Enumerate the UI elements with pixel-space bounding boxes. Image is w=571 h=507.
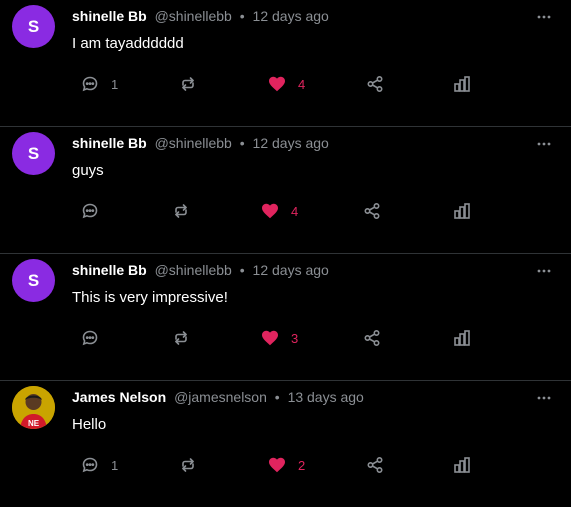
like-button[interactable]: 3 <box>261 325 298 351</box>
action-bar: 3 <box>0 325 571 351</box>
repost-button[interactable] <box>172 325 202 351</box>
bar-chart-icon <box>454 203 470 219</box>
stats-button[interactable] <box>453 198 471 224</box>
reply-count: 1 <box>111 76 119 92</box>
separator-dot: • <box>274 389 280 405</box>
more-horizontal-icon <box>537 142 551 146</box>
action-bar: 1 2 <box>0 452 571 478</box>
heart-icon <box>269 76 285 92</box>
avatar-letter: S <box>27 270 40 290</box>
post-card[interactable]: S shinelle Bb @shinellebb • 12 days ago … <box>0 127 571 254</box>
share-button[interactable] <box>366 71 384 97</box>
share-button[interactable] <box>363 198 381 224</box>
chat-bubble-icon <box>82 76 98 92</box>
separator-dot: • <box>239 8 245 24</box>
post-feed: S shinelle Bb @shinellebb • 12 days ago … <box>0 0 571 507</box>
like-count: 2 <box>298 457 306 473</box>
like-button[interactable]: 4 <box>261 198 298 224</box>
reply-button[interactable] <box>81 325 111 351</box>
post-header: shinelle Bb @shinellebb • 12 days ago <box>72 262 329 278</box>
repost-button[interactable] <box>172 198 202 224</box>
avatar[interactable]: S <box>12 259 55 302</box>
reply-count: 1 <box>111 457 119 473</box>
reply-button[interactable]: 1 <box>81 452 118 478</box>
author-name[interactable]: James Nelson <box>72 389 166 405</box>
post-text: Hello <box>72 416 107 433</box>
repost-arrows-icon <box>175 204 187 218</box>
bar-chart-icon <box>454 457 470 473</box>
author-name[interactable]: shinelle Bb <box>72 135 147 151</box>
separator-dot: • <box>239 262 245 278</box>
post-timestamp[interactable]: 12 days ago <box>253 135 329 151</box>
repost-button[interactable] <box>179 452 209 478</box>
chat-bubble-icon <box>82 330 98 346</box>
heart-icon <box>269 457 285 473</box>
post-timestamp[interactable]: 12 days ago <box>253 262 329 278</box>
stats-button[interactable] <box>453 71 471 97</box>
more-horizontal-icon <box>537 269 551 273</box>
avatar[interactable]: NE <box>12 386 55 429</box>
post-card[interactable]: S shinelle Bb @shinellebb • 12 days ago … <box>0 254 571 381</box>
user-photo-icon: NE <box>12 386 55 429</box>
post-text: guys <box>72 162 104 179</box>
action-bar: 4 <box>0 198 571 224</box>
heart-icon <box>262 203 278 219</box>
share-icon <box>364 202 380 220</box>
avatar[interactable]: S <box>12 132 55 175</box>
post-timestamp[interactable]: 13 days ago <box>288 389 364 405</box>
more-horizontal-icon <box>537 15 551 19</box>
author-name[interactable]: shinelle Bb <box>72 8 147 24</box>
like-count: 4 <box>291 203 299 219</box>
author-handle[interactable]: @jamesnelson <box>174 389 267 405</box>
share-icon <box>364 329 380 347</box>
repost-arrows-icon <box>182 458 194 472</box>
more-button[interactable] <box>535 135 553 153</box>
author-handle[interactable]: @shinellebb <box>155 262 232 278</box>
chat-bubble-icon <box>82 457 98 473</box>
author-handle[interactable]: @shinellebb <box>155 135 232 151</box>
stats-button[interactable] <box>453 325 471 351</box>
post-timestamp[interactable]: 12 days ago <box>253 8 329 24</box>
like-button[interactable]: 4 <box>268 71 305 97</box>
like-count: 3 <box>291 330 299 346</box>
action-bar: 1 4 <box>0 71 571 97</box>
author-name[interactable]: shinelle Bb <box>72 262 147 278</box>
avatar[interactable]: S <box>12 5 55 48</box>
heart-icon <box>262 330 278 346</box>
separator-dot: • <box>239 135 245 151</box>
author-handle[interactable]: @shinellebb <box>155 8 232 24</box>
more-horizontal-icon <box>537 396 551 400</box>
repost-button[interactable] <box>179 71 209 97</box>
share-button[interactable] <box>366 452 384 478</box>
bar-chart-icon <box>454 76 470 92</box>
post-header: shinelle Bb @shinellebb • 12 days ago <box>72 8 329 24</box>
chat-bubble-icon <box>82 203 98 219</box>
post-card[interactable]: NE James Nelson @jamesnelson • 13 days a… <box>0 381 571 507</box>
post-header: shinelle Bb @shinellebb • 12 days ago <box>72 135 329 151</box>
avatar-letter: S <box>27 16 40 36</box>
stats-button[interactable] <box>453 452 471 478</box>
svg-text:NE: NE <box>28 419 40 428</box>
repost-arrows-icon <box>175 331 187 345</box>
avatar-letter: S <box>27 143 40 163</box>
reply-button[interactable]: 1 <box>81 71 118 97</box>
post-card[interactable]: S shinelle Bb @shinellebb • 12 days ago … <box>0 0 571 127</box>
more-button[interactable] <box>535 8 553 26</box>
reply-button[interactable] <box>81 198 111 224</box>
share-button[interactable] <box>363 325 381 351</box>
more-button[interactable] <box>535 389 553 407</box>
bar-chart-icon <box>454 330 470 346</box>
repost-arrows-icon <box>182 77 194 91</box>
like-count: 4 <box>298 76 306 92</box>
like-button[interactable]: 2 <box>268 452 305 478</box>
more-button[interactable] <box>535 262 553 280</box>
share-icon <box>367 456 383 474</box>
share-icon <box>367 75 383 93</box>
post-header: James Nelson @jamesnelson • 13 days ago <box>72 389 364 405</box>
post-text: This is very impressive! <box>72 289 228 306</box>
post-text: I am tayadddddd <box>72 35 184 52</box>
